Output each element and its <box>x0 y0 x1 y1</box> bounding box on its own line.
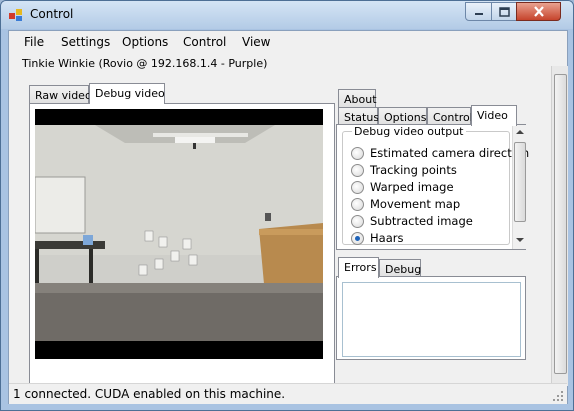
menu-file[interactable]: File <box>24 35 44 49</box>
window-title: Control <box>30 7 74 21</box>
maximize-icon <box>498 6 510 17</box>
minimize-icon <box>474 12 483 15</box>
radio-button-checked[interactable] <box>351 231 364 245</box>
app-icon <box>9 9 22 21</box>
radio-button[interactable] <box>351 197 364 211</box>
radio-estimated-camera-direction[interactable]: Estimated camera direction <box>351 145 529 161</box>
close-icon <box>533 6 544 17</box>
radio-tracking-points[interactable]: Tracking points <box>351 162 457 178</box>
tab-debug-video[interactable]: Debug video <box>89 83 165 104</box>
menu-settings[interactable]: Settings <box>61 35 110 49</box>
errors-panel <box>336 276 526 360</box>
minimize-button[interactable] <box>465 2 492 21</box>
status-text: 1 connected. CUDA enabled on this machin… <box>13 387 286 401</box>
title-bar[interactable]: Control <box>1 1 573 29</box>
debug-output-group: Debug video output Estimated camera dire… <box>342 125 529 246</box>
tab-errors[interactable]: Errors <box>338 257 379 278</box>
menu-options[interactable]: Options <box>122 35 168 49</box>
radio-movement-map[interactable]: Movement map <box>351 196 460 212</box>
tab-raw-video[interactable]: Raw video <box>29 85 92 104</box>
menu-control[interactable]: Control <box>183 35 226 49</box>
menu-view[interactable]: View <box>242 35 270 49</box>
radio-warped-image[interactable]: Warped image <box>351 179 454 195</box>
tab-about[interactable]: About <box>338 89 377 108</box>
radio-button[interactable] <box>351 180 364 194</box>
client-area: File Settings Options Control View Tinki… <box>8 30 568 404</box>
video-settings-panel: Debug video output Estimated camera dire… <box>336 124 529 250</box>
main-window: Control File Settings Options Control Vi… <box>0 0 574 411</box>
radio-button[interactable] <box>351 163 364 177</box>
camera-view <box>35 109 323 359</box>
menu-bar: File Settings Options Control View <box>9 31 567 53</box>
debug-output-scrollbar[interactable] <box>512 125 526 249</box>
radio-subtracted-image[interactable]: Subtracted image <box>351 213 473 229</box>
radio-label: Warped image <box>370 180 454 194</box>
connection-label: Tinkie Winkie (Rovio @ 192.168.1.4 - Pur… <box>22 57 268 70</box>
radio-button[interactable] <box>351 146 364 160</box>
debug-output-legend: Debug video output <box>352 125 466 138</box>
scroll-down-icon[interactable] <box>516 237 524 243</box>
scroll-up-icon[interactable] <box>516 129 524 135</box>
radio-label: Haars <box>370 231 404 245</box>
radio-haars[interactable]: Haars <box>351 230 403 246</box>
video-panel <box>29 103 335 394</box>
tab-video[interactable]: Video <box>471 105 517 126</box>
radio-label: Tracking points <box>370 163 457 177</box>
radio-label: Subtracted image <box>370 214 473 228</box>
radio-button[interactable] <box>351 214 364 228</box>
debug-output-scrollbar-thumb[interactable] <box>514 142 526 222</box>
main-scrollbar[interactable] <box>551 66 568 386</box>
radio-label: Estimated camera direction <box>370 146 530 160</box>
radio-label: Movement map <box>370 197 461 211</box>
status-bar: 1 connected. CUDA enabled on this machin… <box>9 383 567 404</box>
errors-textbox[interactable] <box>342 282 521 357</box>
maximize-button[interactable] <box>491 2 517 21</box>
resize-grip-icon[interactable] <box>553 391 563 401</box>
main-scrollbar-thumb[interactable] <box>554 74 567 374</box>
close-button[interactable] <box>516 2 561 21</box>
